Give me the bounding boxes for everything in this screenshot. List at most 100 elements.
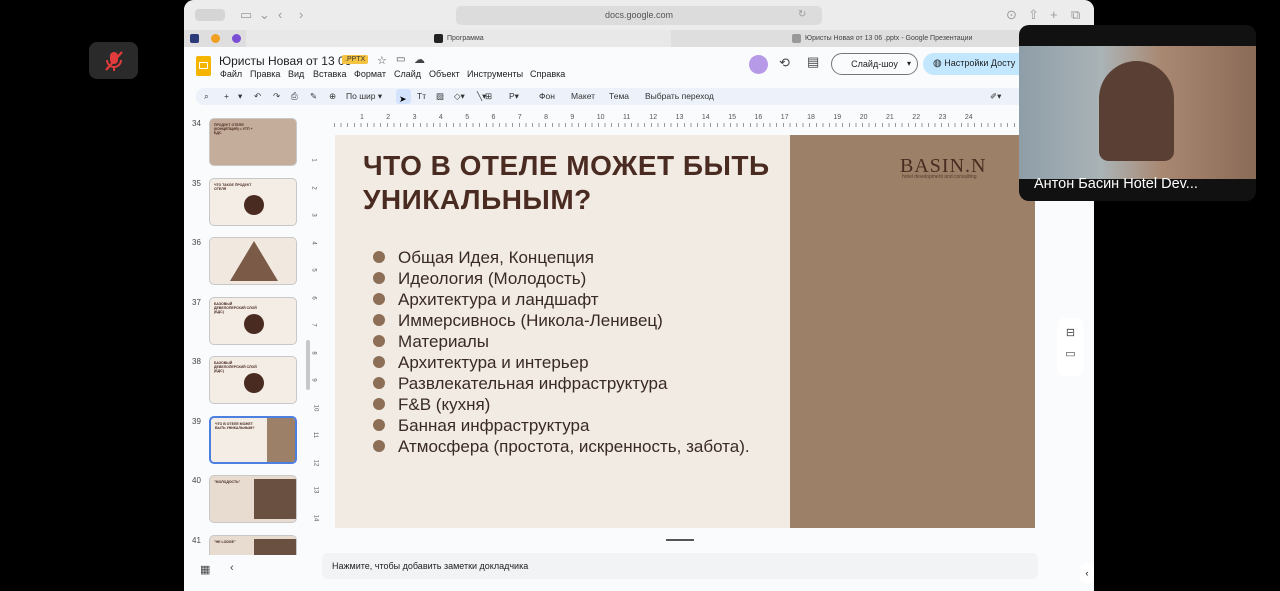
chevron-down-icon[interactable]: ▾ xyxy=(238,89,242,104)
url-text: docs.google.com xyxy=(604,10,674,20)
theme-button[interactable]: Тема xyxy=(609,89,629,104)
zoom-select[interactable]: По шир ▾ xyxy=(346,89,382,104)
thumbnail-circle xyxy=(244,373,264,393)
comments-icon[interactable]: ▤ xyxy=(807,54,819,70)
background-button[interactable]: Фон xyxy=(539,89,555,104)
slide-thumbnail[interactable]: ЧТО В ОТЕЛЕ МОЖЕТ БЫТЬ УНИКАЛЬНЫМ? xyxy=(209,415,297,464)
menu-format[interactable]: Формат xyxy=(354,69,386,79)
folder-icon[interactable]: ▭ xyxy=(1057,347,1084,360)
slide-thumbnail[interactable] xyxy=(209,237,297,285)
side-panel: ⊟ ▭ xyxy=(1057,318,1084,376)
slides-logo-icon[interactable] xyxy=(196,56,211,76)
select-tool[interactable]: ➤ xyxy=(396,89,411,104)
canvas-resize-handle[interactable] xyxy=(666,539,694,541)
thumbnail-circle xyxy=(244,194,264,215)
menu-insert[interactable]: Вставка xyxy=(313,69,346,79)
bullet-text: Развлекательная инфраструктура xyxy=(398,374,668,393)
menu-file[interactable]: Файл xyxy=(220,69,242,79)
image-icon[interactable]: ▨ xyxy=(436,89,444,104)
sidebar-toggle-button[interactable] xyxy=(195,9,225,21)
slide-bullet-list[interactable]: Общая Идея, Концепция Идеология (Молодост… xyxy=(373,247,773,457)
menu-edit[interactable]: Правка xyxy=(250,69,280,79)
menu-object[interactable]: Объект xyxy=(429,69,460,79)
tab-bar: Программа Юристы Новая от 13 06 .pptx - … xyxy=(184,30,1094,47)
favicon-icon[interactable] xyxy=(190,34,199,43)
filmstrip-scrollbar[interactable] xyxy=(306,340,310,390)
slide-thumbnail[interactable]: БАЗОВЫЙ ДЕВЕЛОПЕРСКИЙ СЛОЙ (БДС) xyxy=(209,296,297,345)
ruler-number: 11 xyxy=(623,114,631,121)
menu-tools[interactable]: Инструменты xyxy=(467,69,523,79)
forward-icon[interactable]: › xyxy=(299,0,303,30)
paint-format-icon[interactable]: ✎ xyxy=(310,89,317,104)
comment-add-icon[interactable]: ⊞ xyxy=(485,89,492,104)
speaker-notes[interactable]: Нажмите, чтобы добавить заметки докладчи… xyxy=(322,553,1038,579)
slide-filmstrip: 34 ПРОДУКТ ОТЕЛЯ (КОНЦЕПЦИЯ) = УТП + БДС 3… xyxy=(184,110,319,555)
tab-favicon-icon xyxy=(434,34,443,43)
zoom-icon[interactable]: ⊕ xyxy=(329,89,336,104)
slide-canvas[interactable]: ЧТО В ОТЕЛЕ МОЖЕТ БЫТЬ УНИКАЛЬНЫМ? Общая… xyxy=(335,135,1035,528)
slide-thumbnail[interactable]: ПРОДУКТ ОТЕЛЯ (КОНЦЕПЦИЯ) = УТП + БДС xyxy=(209,118,297,166)
chevron-down-icon[interactable]: ⌄ xyxy=(259,0,270,30)
bullet-dot-icon xyxy=(373,356,385,368)
document-title[interactable]: Юристы Новая от 13 06 xyxy=(219,54,351,68)
address-bar[interactable]: docs.google.com xyxy=(456,6,822,25)
ruler-number: 1 xyxy=(360,114,364,121)
favicon-icon[interactable] xyxy=(232,34,241,43)
collapse-filmstrip-icon[interactable]: ‹ xyxy=(230,562,234,574)
gemini-icon[interactable] xyxy=(749,55,768,74)
text-box-icon[interactable]: Tᴛ xyxy=(417,89,426,104)
bullet-text: Архитектура и ландшафт xyxy=(398,290,599,309)
shape-icon[interactable]: ◇▾ xyxy=(454,89,465,104)
new-slide-icon[interactable]: + xyxy=(224,89,229,104)
ruler-number: 24 xyxy=(964,114,973,121)
layout-button[interactable]: Макет xyxy=(571,89,595,104)
slide-thumbnail[interactable]: БАЗОВЫЙ ДЕВЕЛОПЕРСКИЙ СЛОЙ (БДС) xyxy=(209,356,297,404)
text-format-icon[interactable]: P▾ xyxy=(509,89,519,104)
slide-thumbnail[interactable]: "МОЛОДОСТЬ" xyxy=(209,475,297,523)
expand-side-panel-icon[interactable]: ‹ xyxy=(1080,563,1094,583)
slide-bullet-item: Атмосфера (простота, искренность, забота… xyxy=(373,436,773,457)
cloud-status-icon[interactable]: ☁ xyxy=(414,53,425,66)
redo-icon[interactable]: ↷ xyxy=(273,89,280,104)
reload-icon[interactable]: ↻ xyxy=(798,0,806,30)
slide-bullet-item: Материалы xyxy=(373,331,773,352)
slide-brown-panel xyxy=(790,135,1035,528)
ruler-number: 2 xyxy=(310,185,317,190)
slideshow-button[interactable]: Слайд-шоу ▾ xyxy=(831,53,918,75)
video-tile[interactable]: Антон Басин Hotel Dev... xyxy=(1019,25,1256,201)
slide-thumbnail[interactable]: "HE LODGE" xyxy=(209,534,297,555)
menu-help[interactable]: Справка xyxy=(530,69,565,79)
favicon-icon[interactable] xyxy=(211,34,220,43)
vertical-ruler: 1 2 3 4 5 6 7 8 9 10 11 12 13 14 xyxy=(310,135,322,530)
ruler-number: 1 xyxy=(310,158,317,162)
slide-thumbnail[interactable]: ЧТО ТАКОЕ ПРОДУКТ ОТЕЛЯ xyxy=(209,177,297,226)
brand-logo-subtitle: hotel development and consulting xyxy=(902,174,977,180)
bullet-dot-icon xyxy=(373,293,385,305)
slide-bullet-item: Архитектура и интерьер xyxy=(373,352,773,373)
grid-view-icon[interactable]: ▦ xyxy=(200,563,210,576)
keep-icon[interactable]: ⊟ xyxy=(1057,326,1084,339)
star-icon[interactable]: ☆ xyxy=(377,54,387,67)
ruler-number: 18 xyxy=(807,114,815,121)
download-icon[interactable]: ⊙ xyxy=(1006,0,1017,30)
ruler-number: 23 xyxy=(938,114,947,121)
slide-bullet-item: Общая Идея, Концепция xyxy=(373,247,773,268)
print-icon[interactable]: ⎙ xyxy=(291,89,298,104)
ruler-number: 19 xyxy=(833,114,842,121)
thumbnail-photo xyxy=(254,538,296,555)
back-icon[interactable]: ‹ xyxy=(278,0,282,30)
search-icon[interactable]: ⌕ xyxy=(204,89,209,104)
pen-mode-icon[interactable]: ✐▾ xyxy=(990,89,1001,104)
move-folder-icon[interactable]: ▭ xyxy=(396,54,405,65)
undo-icon[interactable]: ↶ xyxy=(254,89,261,104)
mute-button[interactable] xyxy=(89,42,138,79)
menu-view[interactable]: Вид xyxy=(288,69,304,79)
transition-button[interactable]: Выбрать переход xyxy=(645,89,714,104)
history-icon[interactable]: ⟲ xyxy=(779,55,790,71)
tab-program[interactable]: Программа xyxy=(246,30,671,47)
slide-title[interactable]: ЧТО В ОТЕЛЕ МОЖЕТ БЫТЬ УНИКАЛЬНЫМ? xyxy=(363,149,783,217)
tab-overview-icon[interactable]: ▭ xyxy=(240,0,252,30)
menu-slide[interactable]: Слайд xyxy=(394,69,421,79)
ruler-number: 6 xyxy=(310,295,317,300)
bullet-text: Идеология (Молодость) xyxy=(398,269,587,288)
